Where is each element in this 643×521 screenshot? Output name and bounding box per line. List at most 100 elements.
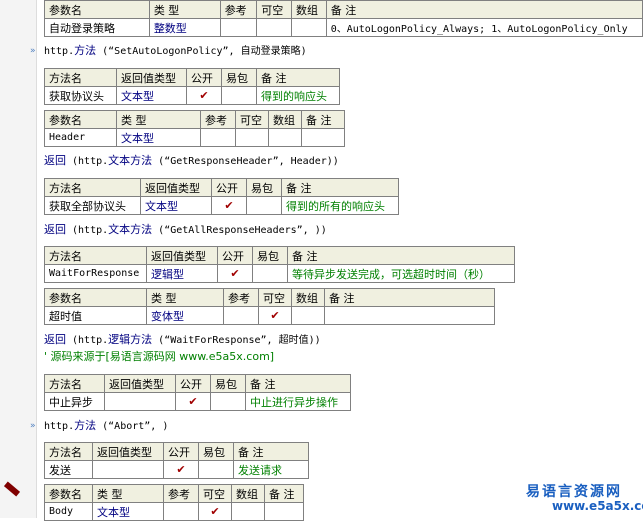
method-table-abort: 方法名 返回值类型 公开 易包 备 注 中止异步 ✔ 中止进行异步操作 xyxy=(44,374,351,411)
method-keyword: 方法 xyxy=(74,419,97,432)
col-nullable: 可空 xyxy=(198,484,232,503)
param-type-cell[interactable]: 整数型 xyxy=(148,18,221,37)
param-array-cell[interactable] xyxy=(290,18,327,37)
col-array: 数组 xyxy=(291,288,325,307)
param-table-autologon: 参数名 类 型 参考 可空 数组 备 注 自动登录策略 整数型 0、AutoLo… xyxy=(44,0,643,37)
param-ref-cell[interactable] xyxy=(223,306,259,325)
param-name-cell[interactable]: Header xyxy=(44,128,117,147)
public-check-icon[interactable]: ✔ xyxy=(186,86,222,105)
col-type: 类 型 xyxy=(92,484,164,503)
epkg-cell[interactable] xyxy=(210,392,246,411)
param-table-send: 参数名 类 型 参考 可空 数组 备 注 Body 文本型 ✔ xyxy=(44,484,304,521)
code-line-return-get-header[interactable]: 返回 (http.文本方法 (“GetResponseHeader”, Head… xyxy=(44,153,339,169)
col-ref: 参考 xyxy=(163,484,199,503)
param-ref-cell[interactable] xyxy=(219,18,258,37)
col-array: 数组 xyxy=(268,110,302,129)
return-type-cell[interactable] xyxy=(92,460,164,479)
return-keyword: 返回 xyxy=(44,333,66,346)
col-nullable: 可空 xyxy=(258,288,292,307)
code-line-return-wait[interactable]: 返回 (http.逻辑方法 (“WaitForResponse”, 超时值)) xyxy=(44,332,321,348)
col-array: 数组 xyxy=(231,484,265,503)
param-array-cell[interactable] xyxy=(268,128,302,147)
col-array: 数组 xyxy=(290,0,327,19)
method-table-get-header: 方法名 返回值类型 公开 易包 备 注 获取协议头 文本型 ✔ 得到的响应头 xyxy=(44,68,340,105)
col-return-type: 返回值类型 xyxy=(104,374,176,393)
public-check-icon[interactable]: ✔ xyxy=(211,196,247,215)
object-ref: http. xyxy=(44,421,75,432)
col-method-name: 方法名 xyxy=(44,68,117,87)
method-keyword: 方法 xyxy=(74,44,97,57)
col-ref: 参考 xyxy=(223,288,259,307)
col-epkg: 易包 xyxy=(221,68,257,87)
return-keyword: 返回 xyxy=(44,154,66,167)
editor-gutter xyxy=(0,0,37,518)
return-keyword: 返回 xyxy=(44,223,66,236)
param-note-cell[interactable] xyxy=(324,306,495,325)
col-param-name: 参数名 xyxy=(44,484,93,503)
col-epkg: 易包 xyxy=(246,178,282,197)
method-note-cell[interactable]: 得到的所有的响应头 xyxy=(281,196,399,215)
method-name-cell[interactable]: WaitForResponse xyxy=(44,264,147,283)
code-comment-source[interactable]: ' 源码来源于[易语言源码网 www.e5a5x.com] xyxy=(44,349,274,365)
public-check-icon[interactable]: ✔ xyxy=(163,460,199,479)
method-name-cell[interactable]: 发送 xyxy=(44,460,93,479)
method-note-cell[interactable]: 得到的响应头 xyxy=(256,86,340,105)
return-type-cell[interactable]: 文本型 xyxy=(140,196,212,215)
code-line-abort[interactable]: » http.方法 (“Abort”, ) xyxy=(30,418,168,434)
epkg-cell[interactable] xyxy=(198,460,234,479)
method-table-get-all-headers: 方法名 返回值类型 公开 易包 备 注 获取全部协议头 文本型 ✔ 得到的所有的… xyxy=(44,178,399,215)
method-args: (“GetAllResponseHeaders”, )) xyxy=(152,225,327,236)
param-ref-cell[interactable] xyxy=(200,128,236,147)
code-line-setautologon[interactable]: » http.方法 (“SetAutoLogonPolicy”, 自动登录策略) xyxy=(30,43,307,59)
param-type-cell[interactable]: 变体型 xyxy=(146,306,224,325)
method-name-cell[interactable]: 获取全部协议头 xyxy=(44,196,141,215)
col-param-name: 参数名 xyxy=(44,288,147,307)
method-name-cell[interactable]: 中止异步 xyxy=(44,392,105,411)
param-nullable-cell[interactable] xyxy=(256,18,292,37)
method-name-cell[interactable]: 获取协议头 xyxy=(44,86,117,105)
epkg-cell[interactable] xyxy=(246,196,282,215)
watermark-url: www.e5a5x.com xyxy=(552,499,643,513)
code-line-return-get-all-headers[interactable]: 返回 (http.文本方法 (“GetAllResponseHeaders”, … xyxy=(44,222,327,238)
param-nullable-cell[interactable] xyxy=(235,128,269,147)
public-check-icon[interactable]: ✔ xyxy=(175,392,211,411)
method-args: (“GetResponseHeader”, Header)) xyxy=(152,156,339,167)
col-note: 备 注 xyxy=(324,288,495,307)
method-keyword: 逻辑方法 xyxy=(108,333,153,346)
param-note-cell[interactable] xyxy=(301,128,345,147)
epkg-cell[interactable] xyxy=(221,86,257,105)
param-name-cell[interactable]: 超时值 xyxy=(44,306,147,325)
param-type-cell[interactable]: 文本型 xyxy=(116,128,201,147)
method-note-cell[interactable]: 等待异步发送完成，可选超时时间（秒） xyxy=(287,264,515,283)
col-return-type: 返回值类型 xyxy=(146,246,218,265)
method-note-cell[interactable]: 中止进行异步操作 xyxy=(245,392,351,411)
method-note-cell[interactable]: 发送请求 xyxy=(233,460,309,479)
col-type: 类 型 xyxy=(146,288,224,307)
col-public: 公开 xyxy=(211,178,247,197)
param-table-get-header: 参数名 类 型 参考 可空 数组 备 注 Header 文本型 xyxy=(44,110,345,147)
public-check-icon[interactable]: ✔ xyxy=(217,264,253,283)
param-name-cell[interactable]: 自动登录策略 xyxy=(44,18,150,37)
epkg-cell[interactable] xyxy=(252,264,288,283)
fold-marker-icon: » xyxy=(30,46,36,56)
object-ref: http. xyxy=(44,46,75,57)
watermark-site-name: 易语言资源网 xyxy=(526,484,622,500)
col-epkg: 易包 xyxy=(252,246,288,265)
col-public: 公开 xyxy=(175,374,211,393)
return-type-cell[interactable] xyxy=(104,392,176,411)
object-ref: (http. xyxy=(66,335,109,346)
method-args: (“Abort”, ) xyxy=(96,421,169,432)
param-note-cell[interactable]: 0、AutoLogonPolicy_Always; 1、AutoLogonPol… xyxy=(325,18,643,37)
col-method-name: 方法名 xyxy=(44,178,141,197)
return-type-cell[interactable]: 逻辑型 xyxy=(146,264,218,283)
col-public: 公开 xyxy=(186,68,222,87)
return-type-cell[interactable]: 文本型 xyxy=(116,86,187,105)
col-return-type: 返回值类型 xyxy=(140,178,212,197)
col-public: 公开 xyxy=(217,246,253,265)
col-note: 备 注 xyxy=(301,110,345,129)
col-epkg: 易包 xyxy=(210,374,246,393)
method-keyword: 文本方法 xyxy=(108,223,153,236)
col-return-type: 返回值类型 xyxy=(92,442,164,461)
nullable-check-icon[interactable]: ✔ xyxy=(258,306,292,325)
param-array-cell[interactable] xyxy=(291,306,325,325)
